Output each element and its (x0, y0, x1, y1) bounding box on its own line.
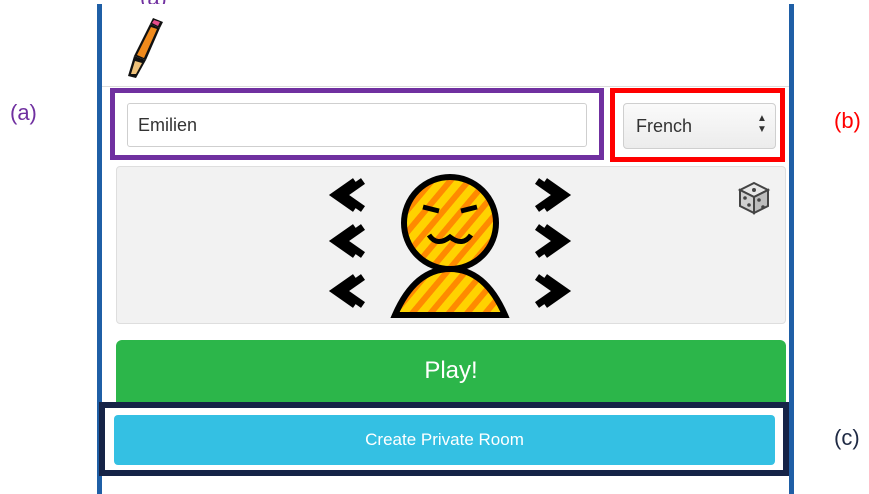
avatar-customizer (116, 166, 786, 324)
name-input[interactable] (127, 103, 587, 147)
annotation-b: (b) (834, 108, 861, 133)
panel-content: French ▲▼ (99, 4, 789, 494)
select-arrows-icon: ▲ ▼ (757, 113, 767, 135)
chevron-left-icon[interactable] (328, 274, 366, 308)
name-input-highlight (110, 88, 604, 160)
logo-row (102, 4, 789, 87)
app-panel: French ▲▼ (97, 4, 794, 494)
avatar-body (390, 265, 510, 318)
dice-icon[interactable] (737, 181, 771, 215)
chevron-left-icon[interactable] (328, 178, 366, 212)
language-select[interactable]: French ▲ ▼ (623, 103, 776, 149)
chevron-right-icon[interactable] (534, 178, 572, 212)
language-select-highlight: French ▲ ▼ (610, 88, 785, 162)
annotation-a: (a) (10, 100, 37, 125)
play-button[interactable]: Play! (116, 340, 786, 410)
chevron-right-icon[interactable] (534, 274, 572, 308)
annotation-c: (c) (834, 425, 860, 450)
chevron-left-icon[interactable] (328, 224, 366, 258)
chevron-right-icon[interactable] (534, 224, 572, 258)
private-room-highlight: Create Private Room (99, 402, 789, 476)
avatar-head (401, 174, 499, 272)
pencil-icon (128, 18, 163, 78)
language-selected-value: French (636, 116, 693, 136)
create-private-room-button[interactable]: Create Private Room (114, 415, 775, 465)
avatar-preview (328, 174, 572, 318)
